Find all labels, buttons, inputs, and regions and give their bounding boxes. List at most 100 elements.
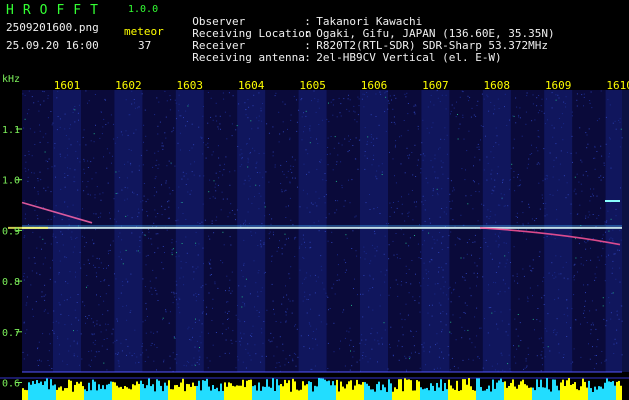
level-bar [266, 379, 268, 400]
level-bar [318, 378, 320, 400]
level-bar [138, 383, 140, 400]
level-bar [182, 378, 184, 400]
level-bar [490, 391, 492, 400]
level-bar [188, 384, 190, 400]
level-bar [208, 386, 210, 400]
level-bar [226, 386, 228, 400]
level-bar [108, 383, 110, 400]
level-bar [540, 379, 542, 400]
level-bar [260, 390, 262, 400]
filename-label: 2509201600.png [6, 21, 99, 34]
level-bar [110, 381, 112, 400]
level-bar [174, 385, 176, 400]
level-bar [172, 389, 174, 400]
level-bar [532, 387, 534, 400]
level-bar [312, 391, 314, 400]
level-bar [192, 382, 194, 400]
level-bar [112, 381, 114, 400]
level-bar [470, 386, 472, 400]
level-bar [178, 386, 180, 400]
level-bar [556, 385, 558, 400]
level-bar [70, 380, 72, 400]
x-tick-label: 1608 [484, 79, 511, 92]
level-bar [356, 379, 358, 400]
level-bar [418, 381, 420, 400]
level-bar [118, 387, 120, 400]
level-bar [598, 386, 600, 400]
level-bar [510, 382, 512, 400]
minute-column [421, 90, 450, 372]
level-bar [332, 381, 334, 400]
level-bar [444, 382, 446, 400]
level-bar [288, 380, 290, 400]
level-bar [164, 382, 166, 400]
level-bar [588, 380, 590, 400]
level-bar [562, 379, 564, 400]
level-bar [500, 378, 502, 400]
level-bar [140, 380, 142, 400]
app-version: 1.0.0 [128, 4, 159, 15]
level-bar [308, 381, 310, 400]
level-bar [498, 380, 500, 400]
info-row-antenna: Receiving antenna: 2el-HB9CV Vertical (el… [179, 40, 501, 64]
level-bar [460, 390, 462, 400]
level-bar [390, 383, 392, 400]
x-tick-label: 1602 [115, 79, 142, 92]
level-bar [570, 384, 572, 400]
level-bar [74, 384, 76, 400]
level-bar [326, 381, 328, 400]
level-bar [590, 388, 592, 400]
level-bar [396, 389, 398, 400]
datetime-label: 25.09.20 16:00 [6, 39, 99, 52]
level-bar [412, 390, 414, 400]
level-bar [300, 389, 302, 400]
level-bar [176, 385, 178, 400]
level-bar [32, 381, 34, 400]
level-bar [248, 379, 250, 400]
level-bar [578, 390, 580, 400]
level-bar [142, 384, 144, 400]
level-bar [120, 386, 122, 400]
level-bar [232, 385, 234, 400]
x-tick-label: 1604 [238, 79, 265, 92]
level-bar [218, 391, 220, 400]
level-bar [378, 381, 380, 400]
level-bar [292, 378, 294, 400]
level-bar [310, 382, 312, 400]
level-bar [84, 389, 86, 400]
level-bar [162, 391, 164, 400]
level-bar [148, 378, 150, 400]
level-bar [448, 379, 450, 400]
level-bar [64, 388, 66, 400]
level-bar [342, 386, 344, 400]
level-bar [526, 385, 528, 400]
level-bar [62, 390, 64, 400]
level-bar [294, 381, 296, 400]
level-bar [236, 385, 238, 400]
level-bar [190, 386, 192, 400]
level-bar [92, 379, 94, 400]
level-bar [302, 381, 304, 400]
level-bar [586, 387, 588, 400]
level-bar [402, 391, 404, 400]
level-bar [502, 382, 504, 400]
level-bar [406, 379, 408, 400]
level-bar [386, 391, 388, 400]
level-bar [90, 390, 92, 400]
level-bar [216, 387, 218, 400]
level-bar [66, 388, 68, 400]
level-bar [574, 382, 576, 400]
minute-column [482, 90, 511, 372]
level-bar [394, 387, 396, 400]
level-bar [612, 381, 614, 400]
level-bar [298, 390, 300, 400]
meteor-count: 37 [138, 39, 152, 52]
level-bar [78, 383, 80, 400]
level-bar [472, 389, 474, 400]
level-bar [280, 383, 282, 400]
level-bar [408, 379, 410, 400]
level-bar [488, 385, 490, 400]
level-bar [474, 390, 476, 400]
level-bar [306, 384, 308, 400]
x-tick-label: 1606 [361, 79, 388, 92]
